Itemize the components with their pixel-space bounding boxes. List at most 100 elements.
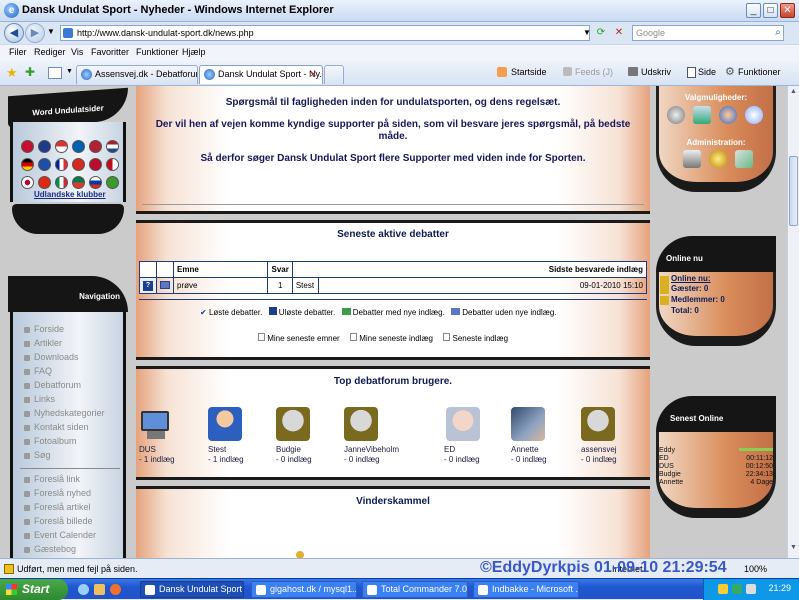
flag-netherlands-icon[interactable] xyxy=(106,140,119,153)
tools-icon[interactable] xyxy=(735,150,753,168)
search-icon[interactable]: ⌕ xyxy=(771,25,785,41)
last-online-name[interactable]: ED xyxy=(659,455,669,463)
nav-link-foreslaa-link[interactable]: Foreslå link xyxy=(34,474,80,484)
scroll-down-icon[interactable]: ▼ xyxy=(789,544,798,554)
photo-avatar[interactable] xyxy=(446,407,480,441)
budgie-avatar[interactable] xyxy=(276,407,310,441)
logout-icon[interactable] xyxy=(745,106,763,124)
flag-denmark-icon[interactable] xyxy=(21,140,34,153)
quicklaunch-ie-icon[interactable] xyxy=(78,584,89,595)
tools-menu-button[interactable]: Funktioner xyxy=(738,67,781,77)
flag-south-africa-icon[interactable] xyxy=(72,176,85,189)
link-my-posts[interactable]: Mine seneste indlæg xyxy=(359,334,433,343)
refresh-icon[interactable]: ⟳ xyxy=(594,25,608,41)
print-icon[interactable] xyxy=(628,67,638,76)
user-name[interactable]: assensvej xyxy=(581,445,661,455)
flag-australia-icon[interactable] xyxy=(38,158,51,171)
minimize-button[interactable]: _ xyxy=(746,3,761,18)
start-button[interactable]: Start xyxy=(0,579,68,600)
menu-filer[interactable]: Filer xyxy=(9,47,27,57)
flag-usa-icon[interactable] xyxy=(89,140,102,153)
flag-russia-icon[interactable] xyxy=(89,176,102,189)
forward-button[interactable]: ▶ xyxy=(25,23,45,43)
stop-icon[interactable]: ✕ xyxy=(612,25,626,41)
nav-link-event-calender[interactable]: Event Calender xyxy=(34,530,96,540)
quicklaunch-app-icon[interactable] xyxy=(110,584,121,595)
home-button[interactable]: Startside xyxy=(511,67,547,77)
nav-link-faq[interactable]: FAQ xyxy=(34,366,52,376)
user-name[interactable]: DUS xyxy=(139,445,219,455)
page-menu-button[interactable]: Side xyxy=(698,67,716,77)
zoom-level[interactable]: 100% xyxy=(744,564,767,574)
nav-link-foreslaa-billede[interactable]: Foreslå billede xyxy=(34,516,93,526)
print-button[interactable]: Udskriv xyxy=(641,67,671,77)
close-button[interactable]: ✕ xyxy=(780,3,795,18)
nav-link-links[interactable]: Links xyxy=(34,394,55,404)
settings-gear-icon[interactable] xyxy=(667,106,685,124)
new-tab-button[interactable] xyxy=(324,65,344,84)
tray-icon[interactable] xyxy=(732,584,742,594)
flag-japan-icon[interactable] xyxy=(21,176,34,189)
scrollbar-thumb[interactable] xyxy=(789,156,798,226)
history-dropdown-icon[interactable]: ▼ xyxy=(47,27,55,36)
menu-hjaelp[interactable]: Hjælp xyxy=(182,47,206,57)
task-dansk-undulat[interactable]: Dansk Undulat Sport ... xyxy=(140,581,244,598)
flag-france-icon[interactable] xyxy=(55,158,68,171)
flag-poland-icon[interactable] xyxy=(55,140,68,153)
menu-favoritter[interactable]: Favoritter xyxy=(91,47,129,57)
flag-canada-icon[interactable] xyxy=(106,158,119,171)
bruger-avatar[interactable] xyxy=(344,407,378,441)
user-name[interactable]: JanneVibeholm xyxy=(344,445,424,455)
flag-italy-icon[interactable] xyxy=(55,176,68,189)
scroll-up-icon[interactable]: ▲ xyxy=(789,88,798,98)
nav-link-soeg[interactable]: Søg xyxy=(34,450,51,460)
nav-link-kontakt-siden[interactable]: Kontakt siden xyxy=(34,422,89,432)
budgie-avatar[interactable] xyxy=(581,407,615,441)
flag-switzerland-icon[interactable] xyxy=(72,158,85,171)
tools-gear-icon[interactable]: ⚙ xyxy=(725,67,735,78)
nav-link-fotoalbum[interactable]: Fotoalbum xyxy=(34,436,77,446)
row-user[interactable]: Stest xyxy=(291,277,319,294)
last-online-name[interactable]: DUS xyxy=(659,463,674,471)
back-button[interactable]: ◀ xyxy=(4,23,24,43)
task-outlook[interactable]: Indbakke - Microsoft ... xyxy=(473,581,579,598)
nav-link-artikler[interactable]: Artikler xyxy=(34,338,62,348)
nav-link-nyhedskategorier[interactable]: Nyhedskategorier xyxy=(34,408,105,418)
task-total-commander[interactable]: Total Commander 7.0... xyxy=(362,581,468,598)
nav-link-debatforum[interactable]: Debatforum xyxy=(34,380,81,390)
tab-assensvej[interactable]: Assensvej.dk - Debatforum: ... xyxy=(76,65,198,84)
admin-badge-icon[interactable] xyxy=(709,150,727,168)
link-my-topics[interactable]: Mine seneste emner xyxy=(267,334,339,343)
favorites-star-icon[interactable]: ★ xyxy=(6,65,18,81)
table-row[interactable]: ? prøve 1 Stest 09-01-2010 15:10 xyxy=(139,277,648,294)
flag-germany-icon[interactable] xyxy=(21,158,34,171)
flag-uk-icon[interactable] xyxy=(38,140,51,153)
tab-dansk-undulat-sport[interactable]: Dansk Undulat Sport - Ny... ✕ xyxy=(199,65,323,84)
mail-icon[interactable] xyxy=(693,106,711,124)
quicklaunch-folder-icon[interactable] xyxy=(94,584,105,595)
feeds-icon[interactable] xyxy=(563,67,572,76)
flag-brazil-icon[interactable] xyxy=(106,176,119,189)
home-icon[interactable] xyxy=(497,67,507,77)
row-subject[interactable]: prøve xyxy=(172,277,269,294)
add-favorite-icon[interactable]: ✚ xyxy=(25,65,35,79)
tab-close-icon[interactable]: ✕ xyxy=(309,66,317,83)
warning-icon[interactable] xyxy=(4,564,14,574)
tray-icon[interactable] xyxy=(718,584,728,594)
last-online-name[interactable]: Annette xyxy=(659,479,683,487)
printer-icon[interactable] xyxy=(683,150,701,168)
tab-list-dropdown-icon[interactable]: ▼ xyxy=(66,68,73,75)
nav-link-foreslaa-artikel[interactable]: Foreslå artikel xyxy=(34,502,91,512)
nav-link-forside[interactable]: Forside xyxy=(34,324,64,334)
user-name[interactable]: Annette xyxy=(511,445,591,455)
vertical-scrollbar[interactable]: ▲ ▼ xyxy=(787,86,799,558)
photo-avatar[interactable] xyxy=(511,407,545,441)
tray-volume-icon[interactable] xyxy=(746,584,756,594)
menu-vis[interactable]: Vis xyxy=(71,47,83,57)
clock[interactable]: 21:29 xyxy=(768,583,791,593)
menu-funktioner[interactable]: Funktioner xyxy=(136,47,179,57)
nav-link-gaestebog[interactable]: Gæstebog xyxy=(34,544,76,554)
computer-avatar[interactable] xyxy=(139,407,173,441)
search-input[interactable]: Google xyxy=(632,25,784,41)
foreign-clubs-link[interactable]: Udlandske klubber xyxy=(34,190,106,199)
